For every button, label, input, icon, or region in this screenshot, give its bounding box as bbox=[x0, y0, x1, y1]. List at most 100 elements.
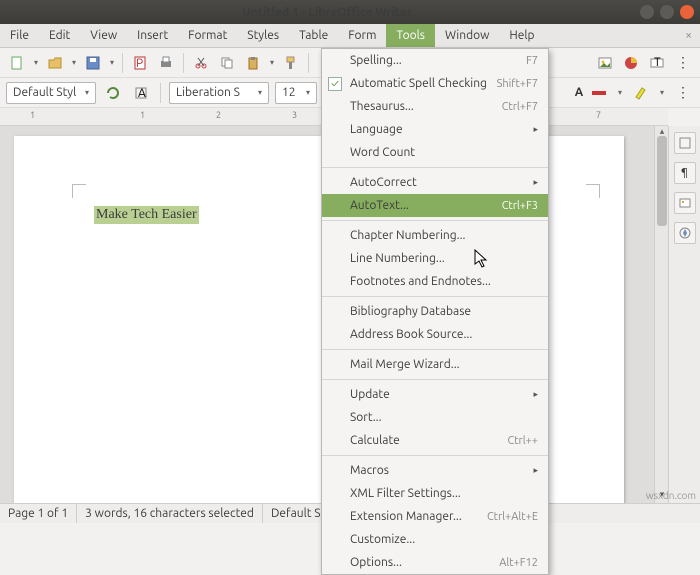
minimize-button[interactable] bbox=[640, 5, 654, 19]
menu-item-label: Line Numbering... bbox=[350, 252, 538, 265]
menu-item-label: Sort... bbox=[350, 411, 538, 424]
menu-edit[interactable]: Edit bbox=[39, 24, 80, 47]
menu-insert[interactable]: Insert bbox=[127, 24, 178, 47]
textbox-button[interactable]: T bbox=[646, 52, 668, 74]
menu-item-label: AutoText... bbox=[350, 199, 502, 212]
menu-item-thesaurus[interactable]: Thesaurus...Ctrl+F7 bbox=[322, 95, 548, 118]
dropdown-arrow-icon[interactable]: ▾ bbox=[658, 82, 666, 104]
menu-item-language[interactable]: Language▸ bbox=[322, 118, 548, 141]
selected-text[interactable]: Make Tech Easier bbox=[94, 206, 199, 224]
dropdown-arrow-icon[interactable]: ▾ bbox=[268, 52, 276, 74]
menu-item-label: Language bbox=[350, 123, 527, 136]
highlight-button[interactable] bbox=[630, 82, 652, 104]
menu-styles[interactable]: Styles bbox=[237, 24, 289, 47]
menu-item-line-numbering[interactable]: Line Numbering... bbox=[322, 247, 548, 270]
close-doc-icon[interactable]: × bbox=[677, 24, 700, 47]
status-page[interactable]: Page 1 of 1 bbox=[0, 504, 77, 523]
menu-window[interactable]: Window bbox=[435, 24, 499, 47]
menu-item-autocorrect[interactable]: AutoCorrect▸ bbox=[322, 171, 548, 194]
menu-item-label: XML Filter Settings... bbox=[350, 487, 538, 500]
menu-item-word-count[interactable]: Word Count bbox=[322, 141, 548, 164]
menu-help[interactable]: Help bbox=[499, 24, 544, 47]
cut-button[interactable] bbox=[190, 52, 212, 74]
chart-button[interactable] bbox=[620, 52, 642, 74]
menu-form[interactable]: Form bbox=[338, 24, 386, 47]
copy-button[interactable] bbox=[216, 52, 238, 74]
more-format-button[interactable]: ⋮ bbox=[672, 82, 694, 104]
new-style-button[interactable]: A bbox=[130, 82, 152, 104]
menu-item-macros[interactable]: Macros▸ bbox=[322, 459, 548, 482]
menu-item-label: Footnotes and Endnotes... bbox=[350, 275, 538, 288]
dropdown-arrow-icon[interactable]: ▾ bbox=[70, 52, 78, 74]
ruler-mark: 3 bbox=[292, 110, 297, 120]
properties-panel-button[interactable] bbox=[674, 132, 696, 154]
new-doc-button[interactable] bbox=[6, 52, 28, 74]
font-color-button[interactable]: A bbox=[568, 82, 590, 104]
menu-item-spelling[interactable]: Spelling...F7 bbox=[322, 49, 548, 72]
menu-item-bibliography-database[interactable]: Bibliography Database bbox=[322, 300, 548, 323]
styles-panel-button[interactable]: ¶ bbox=[674, 162, 696, 184]
menu-tools[interactable]: Tools bbox=[386, 24, 435, 47]
margin-corner-icon bbox=[586, 184, 600, 198]
menu-item-label: Calculate bbox=[350, 434, 507, 447]
dropdown-arrow-icon[interactable]: ▾ bbox=[32, 52, 40, 74]
menu-item-mail-merge-wizard[interactable]: Mail Merge Wizard... bbox=[322, 353, 548, 376]
paste-button[interactable] bbox=[242, 52, 264, 74]
menu-item-label: Bibliography Database bbox=[350, 305, 538, 318]
save-button[interactable] bbox=[82, 52, 104, 74]
menu-item-automatic-spell-checking[interactable]: ✓Automatic Spell CheckingShift+F7 bbox=[322, 72, 548, 95]
print-button[interactable] bbox=[155, 52, 177, 74]
menu-item-label: Thesaurus... bbox=[350, 100, 502, 113]
font-size-value: 12 bbox=[282, 86, 296, 99]
menu-item-calculate[interactable]: CalculateCtrl++ bbox=[322, 429, 548, 452]
clone-format-button[interactable] bbox=[280, 52, 302, 74]
menu-shortcut: Ctrl++ bbox=[507, 435, 538, 447]
menu-view[interactable]: View bbox=[80, 24, 127, 47]
menu-item-options[interactable]: Options...Alt+F12 bbox=[322, 551, 548, 574]
more-button[interactable]: ⋮ bbox=[672, 52, 694, 74]
font-size-combo[interactable]: 12▾ bbox=[275, 82, 317, 104]
window-title: Untitled 1 - LibreOffice Writer bbox=[20, 6, 634, 19]
gallery-panel-button[interactable] bbox=[674, 192, 696, 214]
export-pdf-button[interactable]: P bbox=[129, 52, 151, 74]
menu-item-customize[interactable]: Customize... bbox=[322, 528, 548, 551]
menu-table[interactable]: Table bbox=[289, 24, 338, 47]
sidebar: ¶ bbox=[668, 126, 700, 503]
maximize-button[interactable] bbox=[660, 5, 674, 19]
menu-file[interactable]: File bbox=[0, 24, 39, 47]
update-style-button[interactable] bbox=[102, 82, 124, 104]
submenu-arrow-icon: ▸ bbox=[533, 389, 538, 400]
close-button[interactable] bbox=[680, 5, 694, 19]
menu-item-update[interactable]: Update▸ bbox=[322, 383, 548, 406]
menu-item-extension-manager[interactable]: Extension Manager...Ctrl+Alt+E bbox=[322, 505, 548, 528]
status-words[interactable]: 3 words, 16 characters selected bbox=[77, 504, 263, 523]
dropdown-arrow-icon[interactable]: ▾ bbox=[108, 52, 116, 74]
menu-shortcut: Shift+F7 bbox=[497, 78, 538, 90]
vertical-scrollbar[interactable]: ▴ ▾ bbox=[654, 126, 668, 503]
svg-text:T: T bbox=[654, 56, 661, 69]
menu-item-address-book-source[interactable]: Address Book Source... bbox=[322, 323, 548, 346]
font-name-combo[interactable]: Liberation S▾ bbox=[169, 82, 269, 104]
menu-separator bbox=[322, 379, 548, 380]
navigator-panel-button[interactable] bbox=[674, 222, 696, 244]
menu-item-label: Word Count bbox=[350, 146, 538, 159]
menu-item-label: Macros bbox=[350, 464, 527, 477]
ruler-mark: 7 bbox=[596, 110, 601, 120]
menu-separator bbox=[322, 455, 548, 456]
menu-item-chapter-numbering[interactable]: Chapter Numbering... bbox=[322, 224, 548, 247]
open-button[interactable] bbox=[44, 52, 66, 74]
dropdown-arrow-icon[interactable]: ▾ bbox=[616, 82, 624, 104]
menu-item-sort[interactable]: Sort... bbox=[322, 406, 548, 429]
paragraph-style-combo[interactable]: Default Styl▾ bbox=[6, 82, 96, 104]
menu-item-label: Extension Manager... bbox=[350, 510, 487, 523]
menu-format[interactable]: Format bbox=[178, 24, 237, 47]
titlebar: Untitled 1 - LibreOffice Writer bbox=[0, 0, 700, 24]
menu-item-footnotes-and-endnotes[interactable]: Footnotes and Endnotes... bbox=[322, 270, 548, 293]
menu-shortcut: Ctrl+F7 bbox=[502, 101, 538, 113]
menu-separator bbox=[322, 220, 548, 221]
image-button[interactable] bbox=[594, 52, 616, 74]
menu-item-label: Chapter Numbering... bbox=[350, 229, 538, 242]
menu-item-autotext[interactable]: AutoText...Ctrl+F3 bbox=[322, 194, 548, 217]
menu-item-xml-filter-settings[interactable]: XML Filter Settings... bbox=[322, 482, 548, 505]
scroll-thumb[interactable] bbox=[657, 136, 667, 226]
